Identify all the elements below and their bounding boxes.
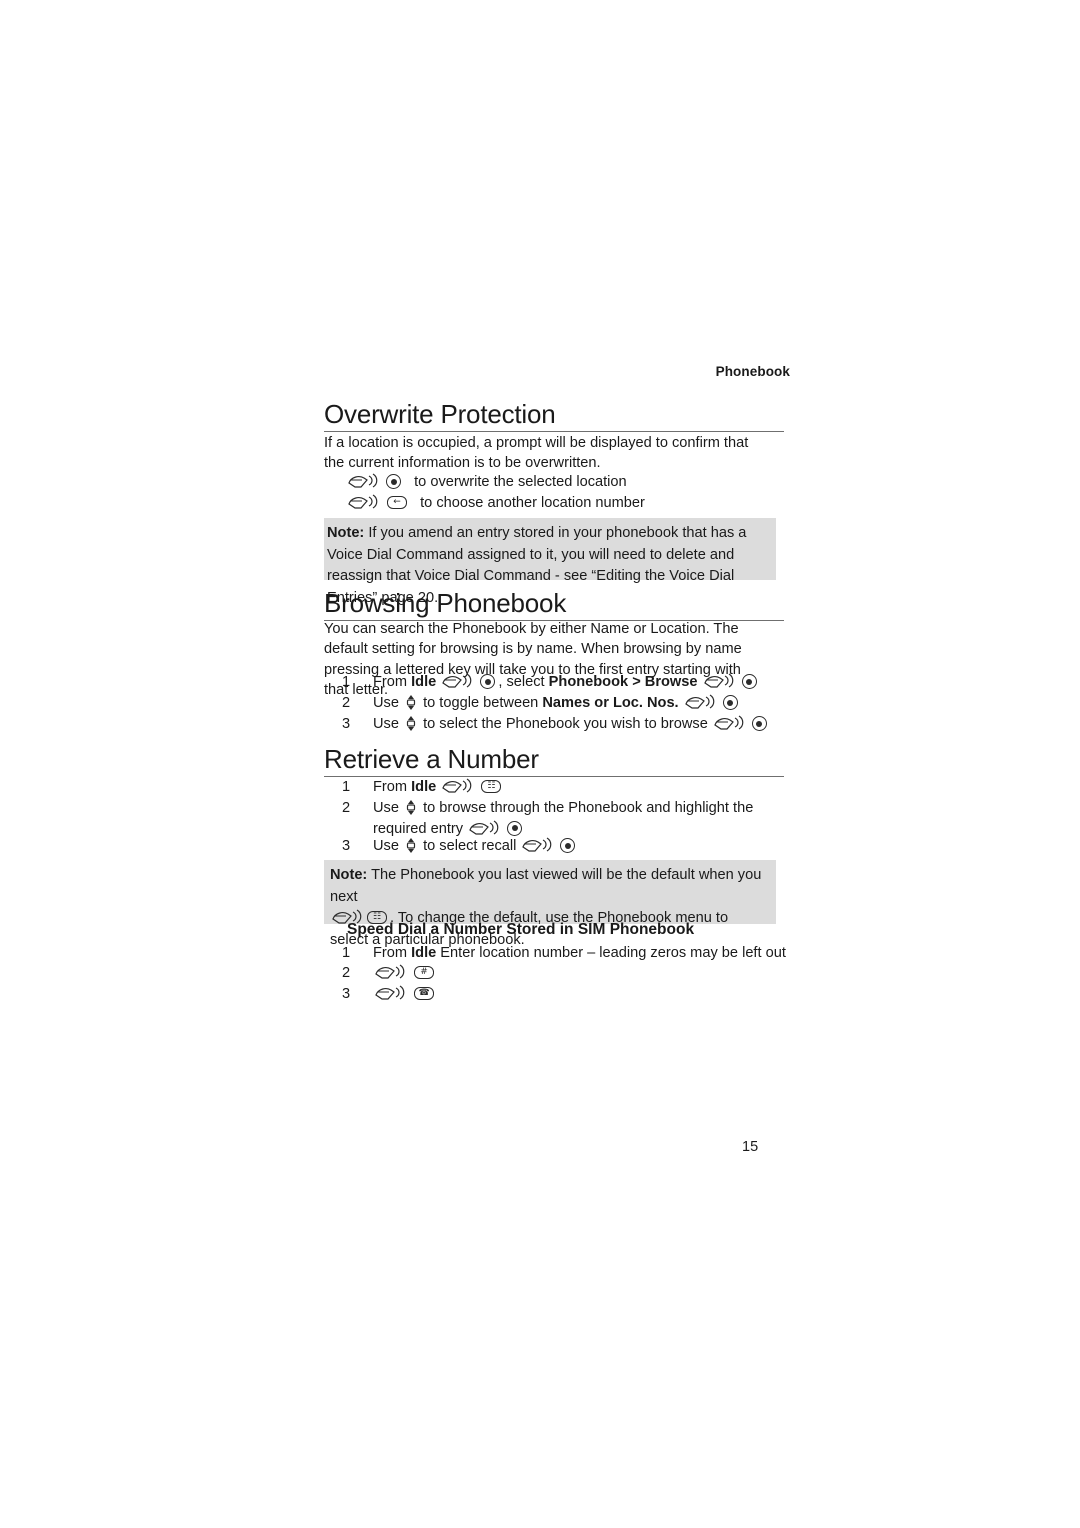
heading-text: Browsing Phonebook — [324, 588, 567, 618]
step-number: 2 — [342, 965, 351, 981]
running-header: Phonebook — [715, 364, 790, 379]
step-number: 2 — [342, 800, 351, 816]
press-icon — [703, 673, 736, 690]
up-down-nav-icon — [405, 694, 417, 711]
page-title-retrieve-a-number: Retrieve a Number — [324, 744, 784, 777]
speed-dial-step-3: 3 ☎ — [342, 984, 772, 1005]
note-box-default-phonebook: Note: The Phonebook you last viewed will… — [324, 860, 776, 948]
step-number: 2 — [342, 695, 351, 711]
step-text-pre: Use — [373, 800, 404, 816]
press-icon — [374, 985, 407, 1002]
step-number: 1 — [342, 779, 351, 795]
heading-text: Overwrite Protection — [324, 399, 556, 429]
step-bold-idle: Idle — [411, 779, 437, 795]
hash-key-icon: # — [414, 965, 435, 980]
browsing-step-1: 1 From Idle , select Phonebook > Browse — [342, 672, 772, 693]
page-title-browsing-phonebook: Browsing Phonebook — [324, 588, 784, 621]
up-down-nav-icon — [405, 799, 417, 816]
browsing-step-3: 3 Use to select the Phonebook you wish t… — [342, 714, 772, 735]
step-body: Use to select recall — [373, 836, 772, 857]
speed-dial-step-2: 2 # — [342, 963, 772, 984]
step-body: Use to select the Phonebook you wish to … — [373, 714, 772, 735]
press-icon — [521, 837, 554, 854]
step-body: # — [373, 963, 772, 984]
speed-dial-step-1: 1 From Idle Enter location number – lead… — [342, 943, 792, 964]
step-text-mid: , select — [498, 674, 549, 690]
step-text-post: Enter location number – leading zeros ma… — [436, 945, 786, 961]
heading-rule — [324, 431, 784, 432]
step-body: From Idle , select Phonebook > Browse — [373, 672, 772, 693]
step-bold-phonebook: Phonebook — [548, 674, 629, 690]
select-key-icon — [751, 715, 769, 732]
step-text-mid: to select recall — [423, 838, 517, 854]
step-number: 3 — [342, 838, 351, 854]
press-icon — [713, 715, 746, 732]
subheading-speed-dial: Speed Dial a Number Stored in SIM Phoneb… — [347, 921, 695, 938]
step-bold-idle: Idle — [411, 674, 437, 690]
press-icon — [347, 473, 380, 490]
browsing-step-2: 2 Use to toggle between Names or Loc. No… — [342, 693, 772, 714]
manual-page: Phonebook Overwrite Protection If a loca… — [0, 0, 1080, 1528]
select-key-icon — [386, 473, 403, 490]
overwrite-option-2: ← to choose another location number — [346, 493, 645, 514]
step-body: Use to browse through the Phonebook and … — [373, 798, 772, 839]
back-key-icon: ← — [387, 495, 408, 510]
select-key-icon — [560, 837, 577, 854]
note-box-voice-dial: Note: If you amend an entry stored in yo… — [324, 518, 776, 606]
overwrite-option-1-label: to overwrite the selected location — [414, 474, 627, 490]
phonebook-key-icon: ☷ — [481, 779, 502, 794]
step-text-pre: From — [373, 674, 412, 690]
step-body: From Idle ☷ — [373, 777, 772, 798]
press-icon — [374, 964, 407, 981]
step-body: Use to toggle between Names or Loc. Nos. — [373, 693, 772, 714]
step-text-pre: From — [373, 779, 412, 795]
step-separator: > — [628, 674, 645, 690]
note-text-part1: The Phonebook you last viewed will be th… — [330, 867, 762, 905]
overwrite-option-2-label: to choose another location number — [420, 495, 645, 511]
step-number: 1 — [342, 674, 351, 690]
send-key-icon: ☎ — [414, 986, 435, 1001]
step-bold-locnos: Loc. Nos. — [612, 695, 679, 711]
select-key-icon — [741, 673, 759, 690]
up-down-nav-icon — [405, 715, 417, 732]
step-text-mid: to browse through the Phonebook and high… — [373, 800, 754, 837]
press-icon — [468, 820, 501, 837]
step-body: ☎ — [373, 984, 772, 1005]
press-icon — [684, 694, 717, 711]
step-body: From Idle Enter location number – leadin… — [373, 943, 792, 964]
step-text-mid: to toggle between — [423, 695, 543, 711]
press-icon — [441, 673, 474, 690]
page-number: 15 — [742, 1139, 759, 1155]
step-bold-idle: Idle — [411, 945, 437, 961]
select-key-icon — [722, 694, 740, 711]
step-bold-names: Names — [542, 695, 591, 711]
up-down-nav-icon — [405, 837, 417, 854]
step-text-pre: Use — [373, 716, 404, 732]
step-bold-browse: Browse — [644, 674, 698, 690]
retrieve-step-3: 3 Use to select recall — [342, 836, 772, 857]
note-label: Note: — [327, 525, 365, 541]
press-icon — [441, 778, 474, 795]
step-text-mid: to select the Phonebook you wish to brow… — [423, 716, 708, 732]
step-number: 3 — [342, 986, 351, 1002]
step-text-pre: Use — [373, 695, 404, 711]
step-text-pre: Use — [373, 838, 404, 854]
step-number: 3 — [342, 716, 351, 732]
step-separator: or — [590, 695, 613, 711]
retrieve-step-2: 2 Use to browse through the Phonebook an… — [342, 798, 772, 839]
step-number: 1 — [342, 945, 351, 961]
step-text-pre: From — [373, 945, 412, 961]
press-icon — [347, 494, 380, 511]
page-title-overwrite-protection: Overwrite Protection — [324, 399, 784, 432]
overwrite-option-1: to overwrite the selected location — [346, 472, 627, 493]
retrieve-step-1: 1 From Idle ☷ — [342, 777, 772, 798]
note-label: Note: — [330, 867, 368, 883]
select-key-icon — [480, 673, 497, 690]
select-key-icon — [507, 820, 524, 837]
heading-text: Retrieve a Number — [324, 744, 539, 774]
overwrite-intro-paragraph: If a location is occupied, a prompt will… — [324, 435, 749, 472]
